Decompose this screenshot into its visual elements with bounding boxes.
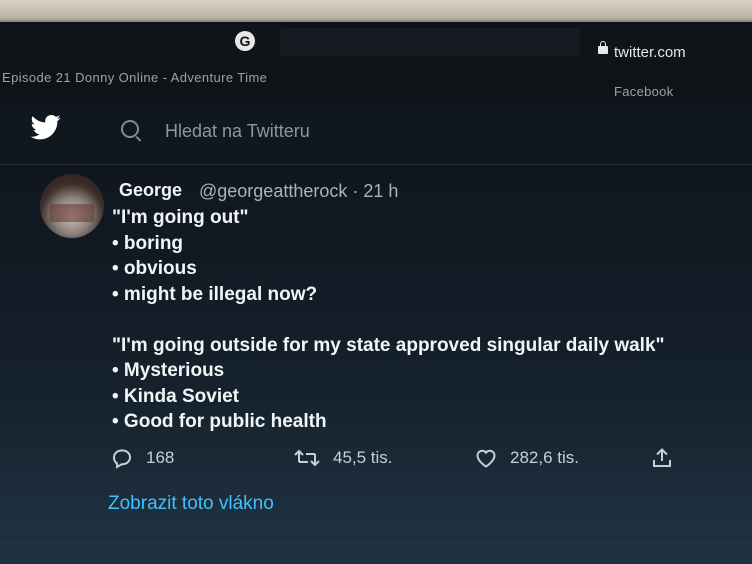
author-name[interactable]: George xyxy=(119,180,182,201)
reply-count: 168 xyxy=(146,448,175,467)
tweet-line: "I'm going out" xyxy=(112,207,249,228)
tweet-text: "I'm going out" • boring • obvious • mig… xyxy=(112,205,712,435)
avatar[interactable] xyxy=(40,174,104,238)
twitter-bird-icon[interactable] xyxy=(28,112,64,142)
browser-logo-icon[interactable]: G xyxy=(235,31,255,51)
like-count: 282,6 tis. xyxy=(510,448,579,467)
next-tweet-partial[interactable] xyxy=(0,543,752,564)
bookmark-tab-left[interactable]: Episode 21 Donny Online - Adventure Time xyxy=(2,70,267,85)
reply-button[interactable]: 168 xyxy=(110,446,174,470)
tweet-line: • Kinda Soviet xyxy=(112,385,240,407)
lock-icon xyxy=(598,41,608,54)
share-button[interactable] xyxy=(650,446,674,470)
reply-icon xyxy=(112,449,132,469)
share-icon xyxy=(653,448,671,467)
search-input[interactable] xyxy=(165,121,565,142)
tweet-line: • Good for public health xyxy=(112,411,327,432)
url-text[interactable]: twitter.com xyxy=(614,44,686,61)
author-handle-time[interactable]: @georgeattherock · 21 h xyxy=(199,181,398,202)
retweet-button[interactable]: 45,5 tis. xyxy=(293,446,393,470)
retweet-count: 45,5 tis. xyxy=(333,448,393,467)
tweet-line: • Mysterious xyxy=(112,360,225,381)
bookmark-facebook[interactable]: Facebook xyxy=(614,84,674,99)
tweet-line: • might be illegal now? xyxy=(112,283,318,305)
tweet-line: • boring xyxy=(112,232,184,254)
show-thread-link[interactable]: Zobrazit toto vlákno xyxy=(108,493,274,515)
address-bar[interactable] xyxy=(280,28,580,56)
like-button[interactable]: 282,6 tis. xyxy=(474,446,579,470)
search-icon[interactable] xyxy=(121,120,139,138)
tweet-line: "I'm going outside for my state approved… xyxy=(112,334,665,356)
retweet-icon xyxy=(294,449,320,467)
tweet-line: • obvious xyxy=(112,258,197,279)
heart-icon xyxy=(476,449,496,468)
